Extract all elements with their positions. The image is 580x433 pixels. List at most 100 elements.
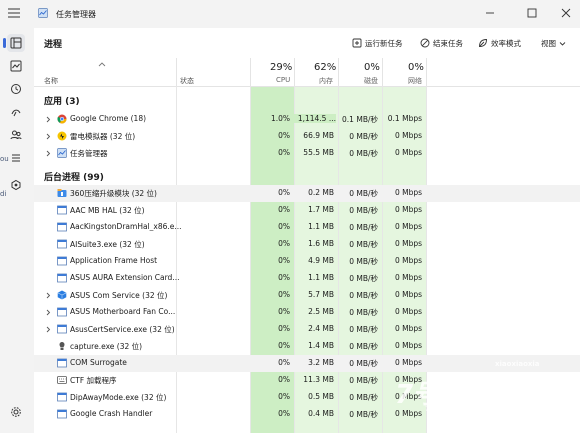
app-window-icon [57, 409, 67, 419]
column-disk[interactable]: 磁盘 [364, 76, 378, 86]
network-value: 0 Mbps [394, 341, 422, 350]
disk-value: 0 MB/秒 [349, 410, 378, 419]
nav-app-history-icon[interactable] [7, 80, 25, 98]
chevron-right-icon[interactable] [46, 116, 51, 123]
background-window-text: ou [0, 155, 9, 163]
cpu-value: 0% [278, 273, 290, 282]
table-row[interactable]: ASUS Com Service (32 位) 0% 5.7 MB 0 MB/秒… [34, 287, 580, 304]
view-label: 视图 [541, 38, 556, 48]
app-window-icon [57, 307, 67, 317]
network-value: 0 Mbps [394, 239, 422, 248]
disk-total: 0% [364, 62, 380, 73]
view-dropdown[interactable]: 视图 [541, 37, 566, 49]
nav-processes-icon[interactable] [3, 34, 25, 52]
column-memory[interactable]: 内存 [319, 76, 333, 86]
process-name: DipAwayMode.exe (32 位) [70, 393, 167, 402]
column-cpu[interactable]: CPU [276, 76, 290, 84]
nav-services-icon[interactable] [7, 176, 25, 194]
network-value: 0 Mbps [394, 290, 422, 299]
table-row[interactable]: AAC MB HAL (32 位) 0% 1.7 MB 0 MB/秒 0 Mbp… [34, 202, 580, 219]
process-name: ASUS Com Service (32 位) [70, 291, 168, 300]
nav-sidebar [0, 28, 34, 433]
network-total: 0% [408, 62, 424, 73]
chevron-right-icon[interactable] [46, 150, 51, 157]
process-name: Google Chrome (18) [70, 114, 147, 123]
column-status[interactable]: 状态 [180, 76, 194, 86]
settings-gear-icon[interactable] [7, 403, 25, 421]
table-row[interactable]: Google Chrome (18) 1.0% 1,114.5 ... 0.1 … [34, 111, 580, 128]
column-name[interactable]: 名称 [44, 76, 58, 86]
memory-value: 4.9 MB [308, 256, 334, 265]
sort-chevron-icon [98, 60, 106, 69]
memory-value: 2.4 MB [308, 324, 334, 333]
disk-value: 0 MB/秒 [349, 206, 378, 215]
run-new-task-button[interactable]: 运行新任务 [352, 37, 403, 49]
cpu-value: 0% [278, 188, 290, 197]
chevron-right-icon[interactable] [46, 309, 51, 316]
table-row[interactable]: AacKingstonDramHal_x86.e... 0% 1.1 MB 0 … [34, 219, 580, 236]
disk-value: 0 MB/秒 [349, 308, 378, 317]
network-value: 0 Mbps [394, 148, 422, 157]
nav-startup-icon[interactable] [7, 103, 25, 121]
table-row[interactable]: ASUS Motherboard Fan Co... 0% 2.5 MB 0 M… [34, 304, 580, 321]
cpu-value: 0% [278, 239, 290, 248]
ctf-icon [57, 375, 67, 385]
table-row[interactable]: Application Frame Host 0% 4.9 MB 0 MB/秒 … [34, 253, 580, 270]
disk-value: 0 MB/秒 [349, 291, 378, 300]
table-row[interactable]: 360压缩升级模块 (32 位) 0% 0.2 MB 0 MB/秒 0 Mbps [34, 185, 580, 202]
maximize-button[interactable] [522, 4, 542, 22]
app-window-icon [57, 205, 67, 215]
process-name: AISuite3.exe (32 位) [70, 240, 145, 249]
close-button[interactable] [556, 4, 576, 22]
nav-performance-icon[interactable] [7, 57, 25, 75]
column-header: 名称 状态 29% CPU 62% 内存 0% 磁盘 0% 网络 [34, 58, 580, 87]
memory-value: 1,114.5 ... [294, 114, 336, 123]
page-title: 进程 [44, 40, 63, 50]
memory-value: 1.7 MB [308, 205, 334, 214]
minimize-button[interactable] [480, 4, 500, 22]
group-header-background: 后台进程 (99) [44, 173, 104, 183]
process-name: capture.exe (32 位) [70, 342, 143, 351]
table-row[interactable]: 雷电模拟器 (32 位) 0% 66.9 MB 0 MB/秒 0 Mbps [34, 128, 580, 145]
archive-icon [57, 188, 67, 198]
network-value: 0 Mbps [394, 188, 422, 197]
cpu-value: 1.0% [270, 114, 290, 123]
network-value: 0 Mbps [394, 256, 422, 265]
menu-icon[interactable] [8, 8, 26, 22]
group-header-apps: 应用 (3) [44, 97, 80, 107]
chevron-right-icon[interactable] [46, 326, 51, 333]
network-value: 0 Mbps [394, 205, 422, 214]
window-title: 任务管理器 [56, 10, 96, 19]
memory-value: 1.1 MB [308, 273, 334, 282]
table-row[interactable]: 任务管理器 0% 55.5 MB 0 MB/秒 0 Mbps [34, 145, 580, 162]
disk-value: 0 MB/秒 [349, 223, 378, 232]
process-name: COM Surrogate [70, 358, 127, 367]
network-value: 0 Mbps [394, 131, 422, 140]
chrome-icon [57, 114, 67, 124]
table-row[interactable]: AISuite3.exe (32 位) 0% 1.6 MB 0 MB/秒 0 M… [34, 236, 580, 253]
watermark-url: xiaoxiaoxia [495, 360, 540, 368]
command-bar: 进程 运行新任务 结束任务 效率模式 视图 [34, 28, 580, 58]
app-window-icon [57, 273, 67, 283]
memory-value: 2.5 MB [308, 307, 334, 316]
disk-value: 0 MB/秒 [349, 240, 378, 249]
column-network[interactable]: 网络 [408, 76, 422, 86]
disk-value: 0 MB/秒 [349, 325, 378, 334]
process-name: AacKingstonDramHal_x86.e... [70, 222, 182, 231]
nav-details-icon[interactable] [7, 149, 25, 167]
table-row[interactable]: ASUS AURA Extension Card... 0% 1.1 MB 0 … [34, 270, 580, 287]
efficiency-mode-label: 效率模式 [491, 38, 521, 48]
task-manager-icon [38, 8, 48, 18]
end-task-button[interactable]: 结束任务 [420, 37, 463, 49]
chevron-right-icon[interactable] [46, 133, 51, 140]
chevron-down-icon [559, 41, 566, 46]
memory-value: 3.2 MB [308, 358, 334, 367]
capture-icon [57, 341, 67, 351]
chevron-right-icon[interactable] [46, 292, 51, 299]
table-row[interactable]: AsusCertService.exe (32 位) 0% 2.4 MB 0 M… [34, 321, 580, 338]
network-value: 0 Mbps [394, 324, 422, 333]
nav-users-icon[interactable] [7, 126, 25, 144]
efficiency-mode-button[interactable]: 效率模式 [478, 37, 521, 49]
disk-value: 0 MB/秒 [349, 132, 378, 141]
cpu-value: 0% [278, 148, 290, 157]
